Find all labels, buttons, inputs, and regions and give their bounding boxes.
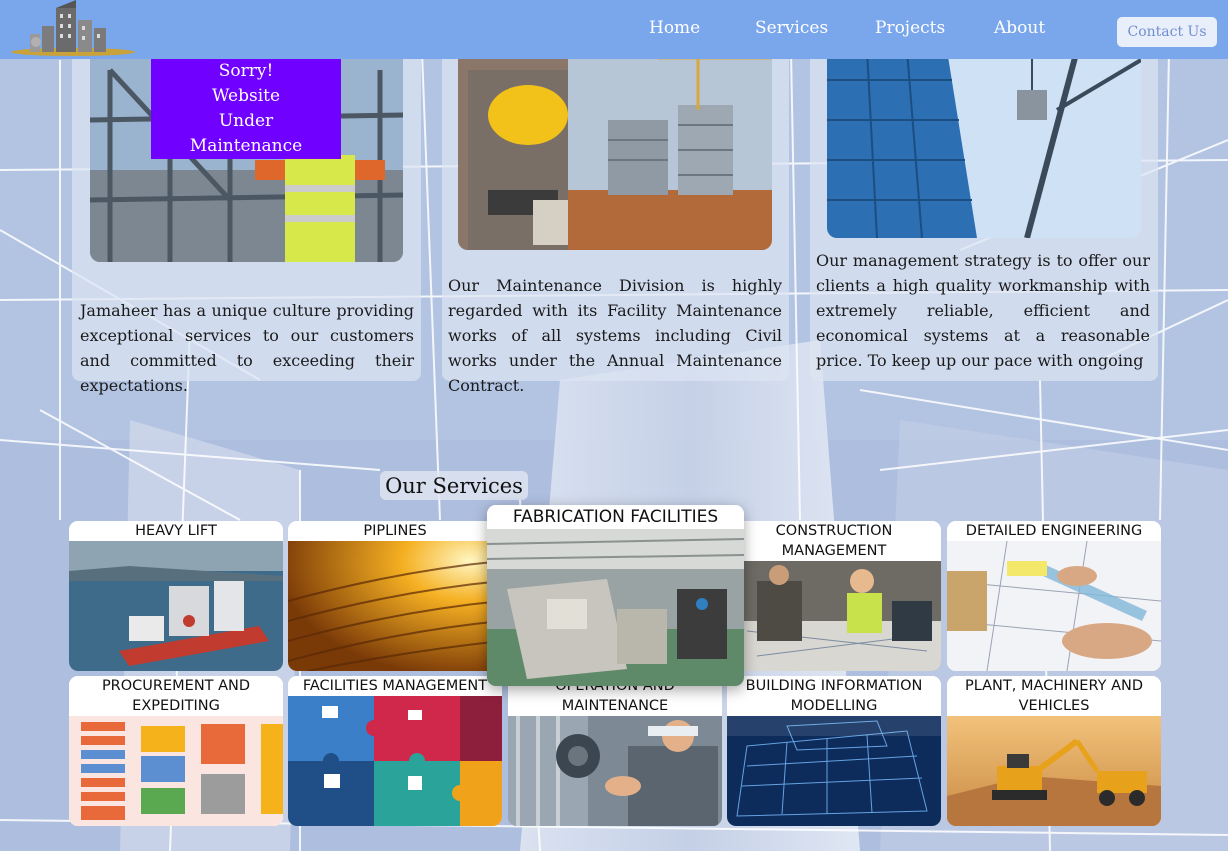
maintenance-banner: Sorry! Website Under Maintenance: [151, 59, 341, 159]
pipelines-sunset-image: [288, 541, 502, 671]
nav-home[interactable]: Home: [649, 18, 700, 38]
nav-about[interactable]: About: [994, 18, 1045, 38]
contact-us-button[interactable]: Contact Us: [1117, 17, 1217, 47]
tile-label: PROCUREMENT AND EXPEDITING: [69, 676, 283, 716]
excavator-site-image: [947, 716, 1161, 826]
culture-text: Jamaheer has a unique culture providing …: [80, 301, 414, 395]
technician-valve-image: [508, 716, 722, 826]
bim-wireframe-image: [727, 716, 941, 826]
procurement-flowchart-image: [69, 716, 283, 826]
service-tile-facilities-management[interactable]: FACILITIES MANAGEMENT: [288, 676, 502, 826]
nav-services[interactable]: Services: [755, 18, 828, 38]
tile-label: PLANT, MACHINERY AND VEHICLES: [947, 676, 1161, 716]
tile-label: CONSTRUCTION MANAGEMENT: [727, 521, 941, 561]
service-tile-construction-management[interactable]: CONSTRUCTION MANAGEMENT: [727, 521, 941, 671]
nav-projects[interactable]: Projects: [875, 18, 945, 38]
facilities-puzzle-image: [288, 696, 502, 826]
construction-team-image: [727, 561, 941, 671]
service-tile-operation-maintenance[interactable]: OPERATION AND MAINTENANCE: [508, 676, 722, 826]
tile-label: FABRICATION FACILITIES: [487, 505, 744, 529]
service-tile-plant-machinery-vehicles[interactable]: PLANT, MACHINERY AND VEHICLES: [947, 676, 1161, 826]
heavy-lift-ship-image: [69, 541, 283, 671]
service-tile-building-information-modelling[interactable]: BUILDING INFORMATION MODELLING: [727, 676, 941, 826]
service-tile-heavy-lift[interactable]: HEAVY LIFT: [69, 521, 283, 671]
tile-label: PIPLINES: [288, 521, 502, 541]
hardhat-construction-image: [458, 50, 772, 250]
tile-label: FACILITIES MANAGEMENT: [288, 676, 502, 696]
our-services-heading: Our Services: [380, 471, 528, 500]
intro-card-maintenance: Our Maintenance Division is highly regar…: [442, 40, 789, 395]
maintenance-text: Our Maintenance Division is highly regar…: [448, 276, 782, 395]
top-nav: Home Services Projects About Contact Us: [0, 0, 1228, 59]
company-logo[interactable]: [8, 0, 138, 58]
intro-card-strategy: Our management strategy is to offer our …: [810, 40, 1158, 381]
service-tile-procurement-expediting[interactable]: PROCUREMENT AND EXPEDITING: [69, 676, 283, 826]
service-tile-piplines[interactable]: PIPLINES: [288, 521, 502, 671]
fabrication-workshop-image: [487, 529, 744, 686]
tile-label: BUILDING INFORMATION MODELLING: [727, 676, 941, 716]
service-tile-detailed-engineering[interactable]: DETAILED ENGINEERING: [947, 521, 1161, 671]
crane-skyscraper-image: [827, 50, 1141, 238]
blueprint-drafting-image: [947, 541, 1161, 671]
tile-label: DETAILED ENGINEERING: [947, 521, 1161, 541]
service-tile-fabrication-facilities[interactable]: FABRICATION FACILITIES: [487, 505, 744, 686]
strategy-text: Our management strategy is to offer our …: [816, 251, 1150, 370]
tile-label: HEAVY LIFT: [69, 521, 283, 541]
